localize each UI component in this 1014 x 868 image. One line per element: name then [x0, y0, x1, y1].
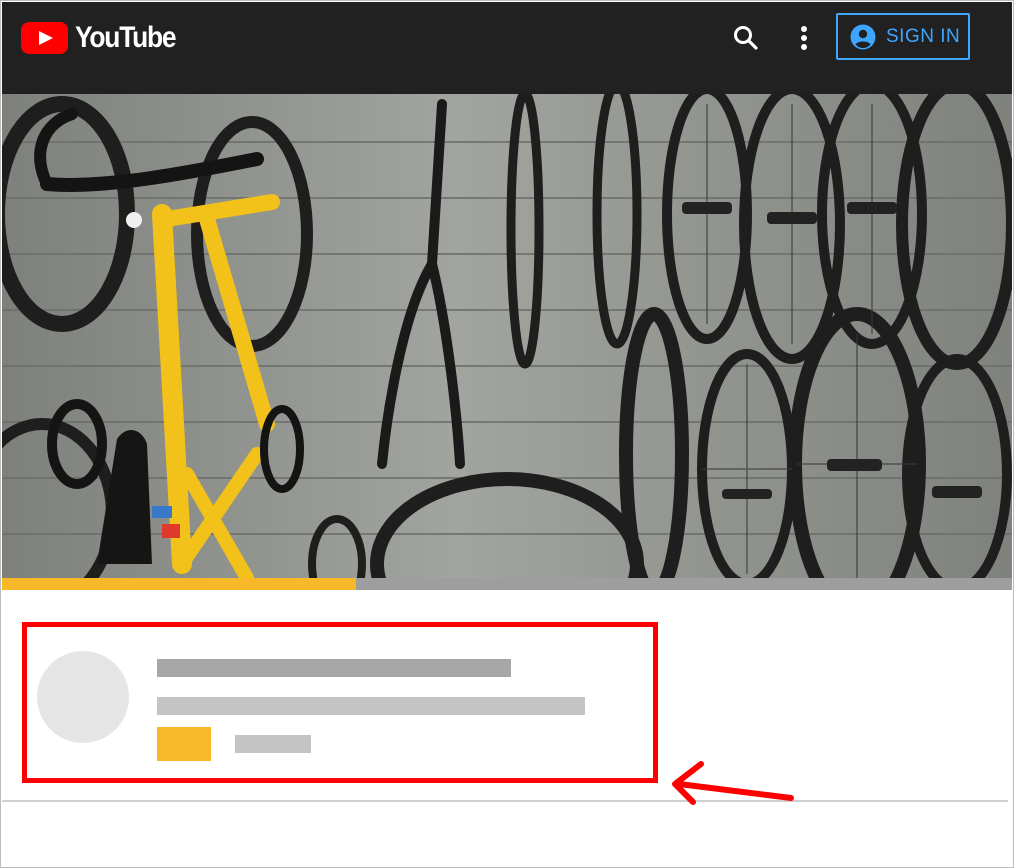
youtube-logo[interactable]: YouTube	[21, 21, 189, 55]
video-progress-bar[interactable]	[2, 578, 1012, 590]
annotation-highlight-box	[22, 622, 658, 783]
video-progress-fill	[2, 578, 356, 590]
sign-in-button[interactable]: SIGN IN	[836, 13, 970, 60]
account-circle-icon	[850, 24, 876, 49]
search-button[interactable]	[732, 24, 760, 52]
video-frame-image	[2, 94, 1012, 578]
logo-text: YouTube	[75, 21, 177, 54]
section-divider	[2, 800, 1008, 802]
annotation-arrow-icon	[672, 761, 794, 805]
search-icon	[734, 26, 758, 50]
top-bar: YouTube SIGN IN	[2, 2, 1012, 94]
more-vert-icon	[801, 26, 807, 50]
youtube-play-icon	[21, 22, 68, 54]
video-player[interactable]	[2, 94, 1012, 578]
sign-in-label: SIGN IN	[886, 25, 961, 47]
more-options-button[interactable]	[791, 22, 817, 54]
app-window: YouTube SIGN IN	[0, 0, 1014, 868]
